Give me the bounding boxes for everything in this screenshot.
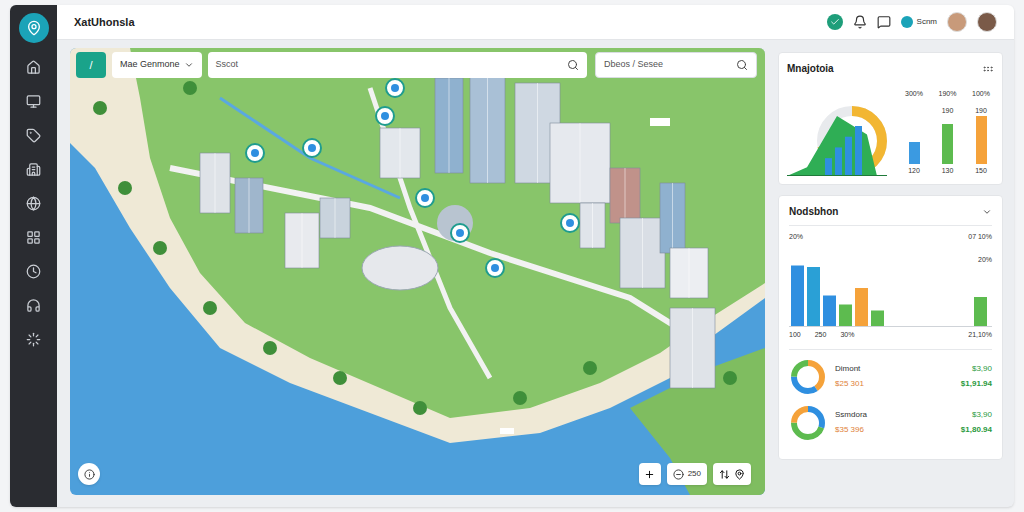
avatar[interactable] bbox=[977, 12, 997, 32]
mini-bar-column: 190%190130 bbox=[935, 89, 961, 176]
sidebar-item-icon[interactable] bbox=[24, 227, 44, 247]
search-field-2[interactable]: Dbeos / Sesee bbox=[595, 52, 757, 78]
add-button[interactable] bbox=[639, 463, 661, 485]
card-title: Nodsbhon bbox=[789, 204, 838, 219]
main: XatUhonsla Scnm /Mae GenmoneSscot Dbeos / S… bbox=[57, 5, 1014, 507]
mini-bar bbox=[976, 116, 987, 164]
avatar[interactable] bbox=[947, 12, 967, 32]
mini-bar bbox=[909, 142, 920, 164]
grip-icon[interactable] bbox=[982, 63, 994, 75]
search-field[interactable]: Sscot bbox=[208, 52, 587, 78]
sidebar bbox=[10, 5, 57, 507]
donut-chart bbox=[789, 358, 827, 396]
map-drawing[interactable] bbox=[70, 48, 765, 495]
user-chip[interactable]: Scnm bbox=[901, 16, 937, 28]
sidebar-item-icon[interactable] bbox=[24, 159, 44, 179]
zoom-pill[interactable]: 250 bbox=[667, 463, 707, 485]
mini-bar bbox=[942, 124, 953, 164]
window: XatUhonsla Scnm /Mae GenmoneSscot Dbeos / S… bbox=[10, 5, 1014, 507]
map-card: /Mae GenmoneSscot Dbeos / Sesee 250 bbox=[70, 48, 765, 495]
logo-icon[interactable] bbox=[19, 13, 49, 43]
map-toolbar: /Mae GenmoneSscot Dbeos / Sesee bbox=[76, 52, 757, 78]
header: XatUhonsla Scnm bbox=[57, 5, 1014, 40]
donut-row[interactable]: Dimont$3,90$25 301$1,91.94 bbox=[789, 358, 992, 396]
sidebar-item-icon[interactable] bbox=[24, 193, 44, 213]
app: XatUhonsla Scnm /Mae GenmoneSscot Dbeos / S… bbox=[0, 0, 1024, 512]
search-icon bbox=[736, 59, 748, 71]
content: /Mae GenmoneSscot Dbeos / Sesee 250 Mnajoto… bbox=[57, 40, 1014, 507]
info-button[interactable] bbox=[78, 463, 100, 485]
summary-card: Mnajotoia 300%120 190%190130 100%190150 bbox=[778, 52, 1003, 185]
bar-chart bbox=[789, 265, 992, 327]
app-title: XatUhonsla bbox=[74, 14, 135, 31]
map-zoom-controls: 250 bbox=[639, 463, 751, 485]
donut-list: Dimont$3,90$25 301$1,91.94 Ssmdora$3,90$3… bbox=[789, 358, 992, 442]
search-icon bbox=[567, 59, 579, 71]
map-button[interactable]: / bbox=[76, 52, 106, 78]
sidebar-item-icon[interactable] bbox=[24, 329, 44, 349]
bar-card: Nodsbhon20%07 10%20%10025030%21,10%Dimon… bbox=[778, 195, 1003, 460]
sidebar-item-icon[interactable] bbox=[24, 261, 44, 281]
chevron-down-icon[interactable] bbox=[982, 207, 992, 217]
bell-icon[interactable] bbox=[853, 15, 867, 29]
sidebar-item-icon[interactable] bbox=[24, 295, 44, 315]
mini-bar-column: 300%120 bbox=[901, 89, 927, 176]
layer-dropdown[interactable]: Mae Genmone bbox=[112, 52, 202, 78]
right-panel: Mnajotoia 300%120 190%190130 100%190150 Nods… bbox=[778, 48, 1003, 495]
bar-axis: 10025030%21,10% bbox=[789, 330, 992, 341]
donut-chart bbox=[789, 404, 827, 442]
donut-row[interactable]: Ssmdora$3,90$35 396$1,80.94 bbox=[789, 404, 992, 442]
mini-bar-column: 100%190150 bbox=[968, 89, 994, 176]
user-label: Scnm bbox=[917, 16, 937, 28]
sidebar-item-icon[interactable] bbox=[24, 91, 44, 111]
zoom-out-icon[interactable] bbox=[673, 469, 684, 480]
tools-pill[interactable] bbox=[713, 463, 751, 485]
mini-bars: 300%120 190%190130 100%190150 bbox=[901, 89, 994, 176]
header-actions: Scnm bbox=[827, 12, 997, 32]
user-dot-icon bbox=[901, 16, 913, 28]
status-icon[interactable] bbox=[827, 14, 843, 30]
combo-chart bbox=[787, 96, 887, 176]
message-icon[interactable] bbox=[877, 15, 891, 29]
sidebar-item-icon[interactable] bbox=[24, 125, 44, 145]
card-title: Mnajotoia bbox=[787, 61, 834, 76]
sidebar-item-icon[interactable] bbox=[24, 57, 44, 77]
